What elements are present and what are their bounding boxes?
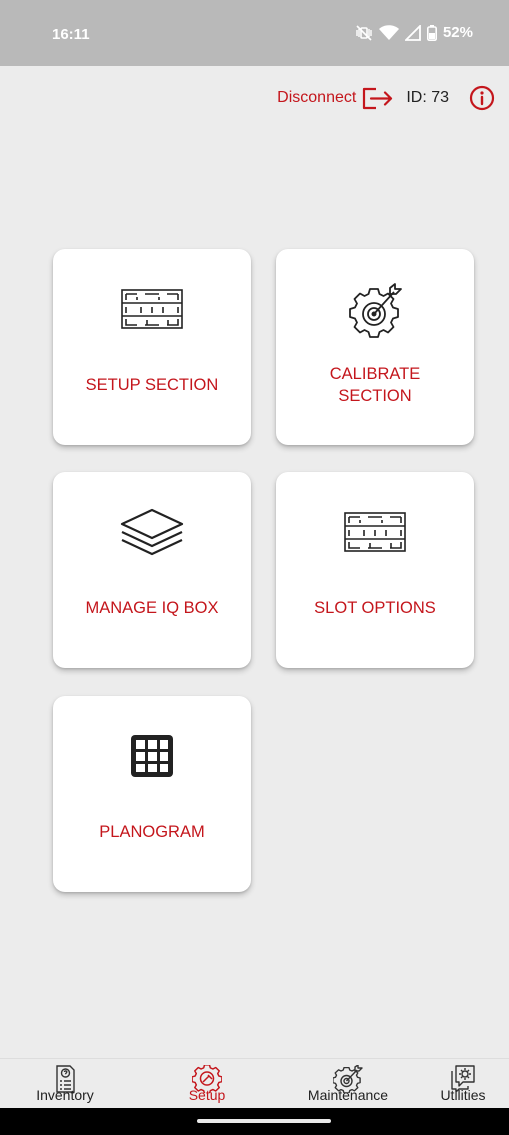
gesture-bar: [0, 1108, 509, 1135]
nav-label: Inventory: [36, 1087, 94, 1103]
manage-iq-box-card[interactable]: MANAGE IQ BOX: [53, 472, 251, 668]
battery-icon: [426, 24, 437, 41]
card-label: CALIBRATE SECTION: [329, 365, 421, 405]
card-label: MANAGE IQ BOX: [85, 599, 219, 617]
status-bar: 16:11 52%: [0, 0, 509, 66]
nav-item-inventory[interactable]: Inventory: [10, 1059, 120, 1109]
home-gesture-handle[interactable]: [197, 1119, 331, 1123]
disconnect-link[interactable]: Disconnect: [277, 89, 356, 107]
wifi-icon: [378, 24, 399, 41]
shelf-grid-icon: [53, 279, 251, 339]
planogram-card[interactable]: PLANOGRAM: [53, 696, 251, 892]
device-id: ID: 73: [406, 89, 449, 106]
setup-section-card[interactable]: SETUP SECTION: [53, 249, 251, 445]
topbar: Disconnect ID: 73: [277, 82, 495, 114]
calibrate-section-card[interactable]: CALIBRATE SECTION: [276, 249, 474, 445]
nav-label: Maintenance: [307, 1087, 389, 1103]
nav-item-setup[interactable]: Setup: [152, 1059, 262, 1109]
info-icon[interactable]: [469, 85, 495, 111]
bottom-nav: Inventory Setup Maintenance Utilities: [0, 1058, 509, 1108]
logout-icon[interactable]: [360, 83, 396, 113]
status-time: 16:11: [52, 26, 90, 43]
nav-label: Setup: [188, 1087, 226, 1103]
slot-options-card[interactable]: SLOT OPTIONS: [276, 472, 474, 668]
battery-percent: 52%: [442, 24, 473, 41]
signal-icon: [404, 24, 421, 41]
shelf-grid-icon: [276, 502, 474, 562]
nav-item-maintenance[interactable]: Maintenance: [293, 1059, 403, 1109]
card-label: SLOT OPTIONS: [314, 599, 436, 617]
card-label: SETUP SECTION: [85, 376, 219, 394]
status-icons: 52%: [355, 24, 473, 41]
vibrate-off-icon: [355, 24, 373, 41]
card-label: PLANOGRAM: [99, 823, 205, 841]
nav-item-utilities[interactable]: Utilities: [408, 1059, 509, 1109]
nav-label: Utilities: [440, 1087, 486, 1103]
grid-icon: [53, 726, 251, 786]
gear-target-icon: [276, 279, 474, 339]
layers-icon: [53, 502, 251, 562]
